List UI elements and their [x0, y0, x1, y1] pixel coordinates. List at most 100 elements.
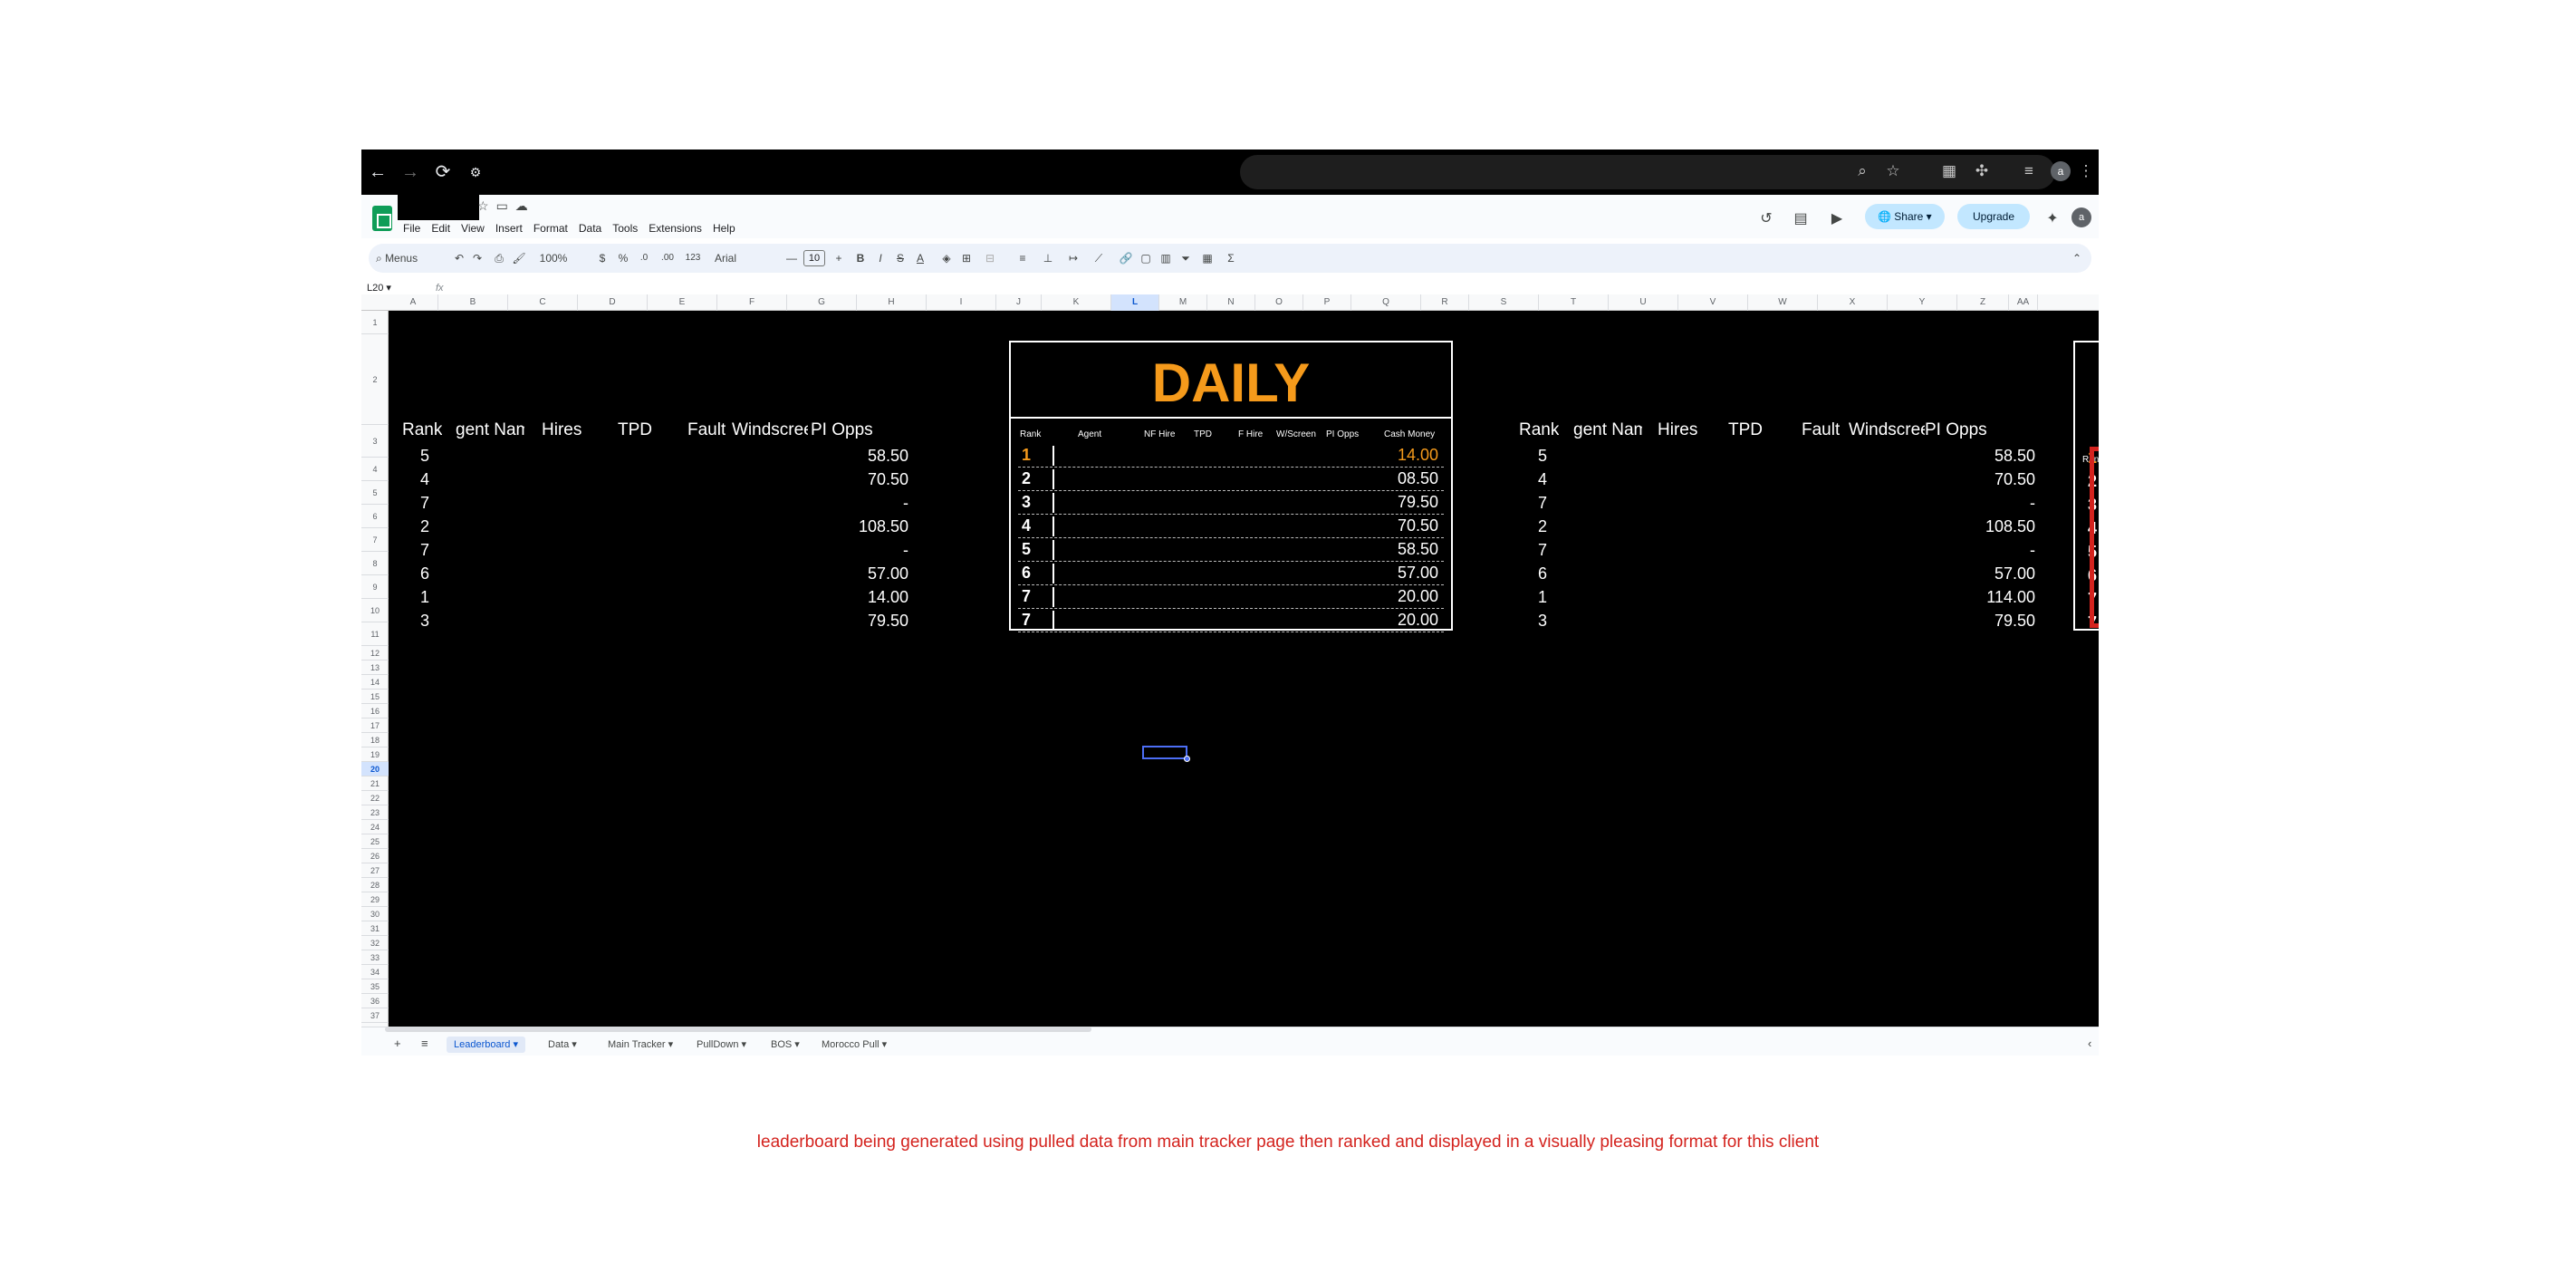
daily-row-2[interactable]: 2 08.50	[1018, 468, 1444, 491]
left-header-pi-opps[interactable]: PI Opps	[811, 420, 873, 440]
text-color-button[interactable]: A	[914, 249, 927, 267]
menu-view[interactable]: View	[456, 220, 490, 236]
row-header-34[interactable]: 34	[361, 965, 389, 979]
insert-chart-icon[interactable]: ▥	[1158, 249, 1173, 267]
site-info-icon[interactable]: ⚙	[465, 161, 486, 183]
left-rank-1[interactable]: 5	[420, 447, 429, 466]
left-header-hires[interactable]: Hires	[542, 420, 582, 440]
decrease-decimal-button[interactable]: .0	[635, 249, 653, 267]
sheet-grid[interactable]: Rank gent Nam Hires TPD Fault Windscree …	[389, 311, 2099, 1027]
right-rank-1[interactable]: 5	[1538, 447, 1547, 466]
menu-help[interactable]: Help	[707, 220, 741, 236]
row-header-9[interactable]: 9	[361, 575, 389, 599]
row-header-21[interactable]: 21	[361, 776, 389, 791]
left-cash-3[interactable]: -	[903, 494, 908, 513]
column-header-t[interactable]: T	[1539, 294, 1609, 311]
column-header-p[interactable]: P	[1303, 294, 1351, 311]
left-header-rank[interactable]: Rank	[402, 420, 442, 440]
right-cash-8[interactable]: 79.50	[1994, 612, 2035, 631]
all-sheets-icon[interactable]: ≡	[421, 1037, 428, 1050]
right-cash-6[interactable]: 57.00	[1994, 564, 2035, 583]
merge-cells-icon[interactable]: ⊟	[979, 249, 1001, 267]
right-cash-7[interactable]: 114.00	[1986, 588, 2035, 607]
row-header-35[interactable]: 35	[361, 979, 389, 994]
row-header-7[interactable]: 7	[361, 528, 389, 552]
font-size-input[interactable]: 10	[803, 250, 825, 266]
kebab-menu-icon[interactable]: ⋮	[2076, 161, 2096, 181]
daily-row-8[interactable]: 7 20.00	[1018, 609, 1444, 632]
row-header-4[interactable]: 4	[361, 458, 389, 481]
text-wrap-icon[interactable]: ↦	[1064, 249, 1082, 267]
right-rank-8[interactable]: 3	[1538, 612, 1547, 631]
zoom-icon[interactable]: ⌕	[1852, 161, 1872, 181]
tab-leaderboard[interactable]: Leaderboard ▾	[447, 1037, 525, 1053]
column-header-a[interactable]: A	[389, 294, 438, 311]
meet-icon[interactable]: ▶	[1827, 209, 1847, 229]
left-header-tpd[interactable]: TPD	[618, 420, 652, 440]
column-header-i[interactable]: I	[927, 294, 996, 311]
vertical-align-icon[interactable]: ⊥	[1039, 249, 1057, 267]
tab-morocco-pull[interactable]: Morocco Pull ▾	[814, 1037, 894, 1053]
column-header-g[interactable]: G	[787, 294, 857, 311]
scroll-tabs-icon[interactable]: ‹	[2088, 1037, 2091, 1050]
sheets-logo-icon[interactable]	[372, 206, 392, 231]
row-header-17[interactable]: 17	[361, 718, 389, 733]
strikethrough-button[interactable]: S	[894, 249, 907, 267]
horizontal-scrollbar[interactable]	[385, 1027, 1091, 1032]
extension-icon[interactable]: ▦	[1939, 161, 1959, 181]
left-cash-1[interactable]: 58.50	[868, 447, 908, 466]
filter-icon[interactable]: ⏷	[1178, 249, 1193, 267]
right-cash-5[interactable]: -	[2030, 541, 2035, 560]
back-icon[interactable]: ←	[367, 161, 389, 183]
right-cash-3[interactable]: -	[2030, 494, 2035, 513]
column-header-q[interactable]: Q	[1351, 294, 1421, 311]
tab-data[interactable]: Data ▾	[541, 1037, 584, 1053]
menu-file[interactable]: File	[398, 220, 426, 236]
row-header-36[interactable]: 36	[361, 994, 389, 1008]
menus-search[interactable]: ⌕ Menus	[376, 249, 447, 267]
left-cash-6[interactable]: 57.00	[868, 564, 908, 583]
upgrade-button[interactable]: Upgrade	[1957, 204, 2030, 229]
menu-extensions[interactable]: Extensions	[643, 220, 707, 236]
menu-insert[interactable]: Insert	[490, 220, 528, 236]
star-icon[interactable]: ☆	[477, 198, 496, 213]
row-header-18[interactable]: 18	[361, 733, 389, 747]
row-header-14[interactable]: 14	[361, 675, 389, 690]
row-header-30[interactable]: 30	[361, 907, 389, 921]
daily-row-5[interactable]: 5 58.50	[1018, 538, 1444, 562]
increase-decimal-button[interactable]: .00	[657, 249, 678, 267]
tab-bos[interactable]: BOS ▾	[764, 1037, 807, 1053]
column-header-l[interactable]: L	[1111, 294, 1159, 311]
left-header-agent-name[interactable]: gent Nam	[456, 420, 524, 440]
address-bar[interactable]	[1240, 155, 2055, 189]
column-header-k[interactable]: K	[1042, 294, 1111, 311]
undo-icon[interactable]: ↶	[452, 249, 466, 267]
row-header-31[interactable]: 31	[361, 921, 389, 936]
selected-cell[interactable]	[1142, 746, 1187, 759]
row-header-26[interactable]: 26	[361, 849, 389, 863]
column-header-m[interactable]: M	[1159, 294, 1207, 311]
borders-icon[interactable]: ⊞	[959, 249, 974, 267]
left-rank-2[interactable]: 4	[420, 470, 429, 489]
row-header-8[interactable]: 8	[361, 552, 389, 575]
daily-leaderboard[interactable]: DAILY Rank Agent NF Hire TPD F Hire W/Sc…	[1009, 341, 1453, 632]
left-cash-7[interactable]: 14.00	[868, 588, 908, 607]
right-header-pi-opps[interactable]: PI Opps	[1925, 420, 1987, 440]
row-header-10[interactable]: 10	[361, 599, 389, 622]
number-format-button[interactable]: 123	[682, 249, 704, 267]
column-header-h[interactable]: H	[857, 294, 927, 311]
print-icon[interactable]: ⎙	[492, 249, 506, 267]
currency-button[interactable]: $	[597, 249, 608, 267]
font-size-increase[interactable]: +	[832, 249, 845, 267]
right-header-fault[interactable]: Fault	[1802, 420, 1840, 440]
collapse-toolbar-icon[interactable]: ⌃	[2070, 249, 2084, 267]
column-header-z[interactable]: Z	[1957, 294, 2009, 311]
row-header-32[interactable]: 32	[361, 936, 389, 950]
column-header-w[interactable]: W	[1748, 294, 1818, 311]
fill-color-icon[interactable]: ◈	[939, 249, 954, 267]
filter-views-icon[interactable]: ▦	[1198, 249, 1216, 267]
row-header-16[interactable]: 16	[361, 704, 389, 718]
row-header-11[interactable]: 11	[361, 622, 389, 646]
column-header-d[interactable]: D	[578, 294, 648, 311]
row-header-2[interactable]: 2	[361, 334, 389, 425]
